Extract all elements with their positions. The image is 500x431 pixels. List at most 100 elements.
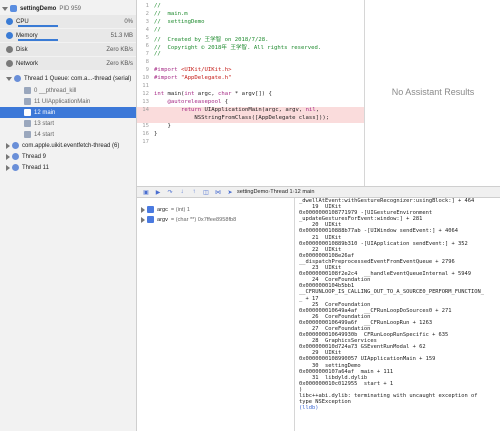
- stack-frame-icon: [24, 120, 31, 127]
- stack-frame-icon: [24, 87, 31, 94]
- row-label: com.apple.uikit.eventfetch-thread (6): [22, 142, 120, 149]
- line-number: 17: [142, 139, 149, 145]
- disclosure-triangle-icon[interactable]: [6, 164, 10, 171]
- gauge-cpu[interactable]: CPU 0%: [0, 15, 136, 28]
- code-token: main(: [164, 91, 185, 97]
- network-gauge-icon: [6, 60, 13, 67]
- line-number: 11: [142, 83, 149, 89]
- code-line: // main.m: [154, 11, 188, 17]
- disclosure-triangle-icon[interactable]: [6, 153, 10, 160]
- code-token: }: [154, 131, 158, 137]
- line-number: 15: [142, 123, 149, 129]
- gauge-label: Disk: [16, 46, 28, 53]
- gauge-label: Memory: [16, 32, 38, 39]
- line-number: 13: [142, 99, 149, 105]
- thread-row[interactable]: Thread 11: [0, 162, 136, 173]
- breadcrumb-item[interactable]: Thread 1: [270, 189, 292, 195]
- breadcrumb-item[interactable]: settingDemo: [237, 189, 268, 195]
- thread-icon: [14, 75, 21, 82]
- disclosure-triangle-icon[interactable]: [6, 76, 12, 81]
- code-line: #import "AppDelegate.h": [154, 75, 231, 81]
- thread-row[interactable]: Thread 1 Queue: com.a...-thread (serial): [0, 73, 136, 84]
- disclosure-triangle-icon[interactable]: [141, 206, 145, 213]
- stack-frame-row[interactable]: 0 __pthread_kill: [0, 85, 136, 96]
- row-label: 11 UIApplicationMain: [34, 98, 91, 105]
- code-token: @autoreleasepool: [167, 99, 222, 105]
- gauge-memory[interactable]: Memory 51.3 MB: [0, 29, 136, 42]
- row-label: 14 start: [34, 131, 55, 138]
- line-number: 14: [142, 107, 149, 113]
- variable-value: = (int) 1: [170, 206, 191, 213]
- line-number: 3: [145, 19, 149, 25]
- stack-frame-icon: [24, 109, 31, 116]
- gauge-bar: [18, 39, 58, 41]
- line-number: 12: [142, 91, 149, 97]
- row-label: 12 main: [34, 109, 56, 116]
- row-label: 13 start: [34, 120, 55, 127]
- step-out-icon[interactable]: ↑: [189, 188, 199, 197]
- gauge-value: Zero KB/s: [106, 46, 133, 53]
- stack-frame-row[interactable]: 14 start: [0, 129, 136, 140]
- code-line: //: [154, 27, 161, 33]
- continue-icon[interactable]: ▶: [153, 188, 163, 197]
- step-in-icon[interactable]: ↓: [177, 188, 187, 197]
- thread-icon: [12, 153, 19, 160]
- code-line: // Copyright © 2018年 王学智. All rights res…: [154, 43, 321, 51]
- variable-row[interactable]: argv = (char **) 0x7ffee8958fb8: [137, 214, 295, 225]
- gauge-disk[interactable]: Disk Zero KB/s: [0, 43, 136, 56]
- row-label: Thread 11: [22, 164, 49, 171]
- code-token: //: [154, 51, 161, 57]
- step-over-icon[interactable]: ↷: [165, 188, 175, 197]
- console-output[interactable]: _dwellAtEvent:withGestureRecognizer:usin…: [296, 198, 500, 431]
- no-assistant-results-label: No Assistant Results: [391, 87, 475, 97]
- app-icon: [10, 5, 17, 12]
- lldb-prompt[interactable]: (lldb): [299, 405, 500, 411]
- stack-frame-icon: [24, 98, 31, 105]
- code-token: // Copyright © 2018年 王学智. All rights res…: [154, 45, 322, 51]
- memory-graph-icon[interactable]: ⋈: [213, 188, 223, 197]
- code-token: argc,: [194, 91, 219, 97]
- process-name: settingDemo: [20, 5, 57, 12]
- code-token: NSStringFromClass([AppDelegate class]));: [154, 115, 330, 121]
- cpu-gauge-icon: [6, 18, 13, 25]
- stack-frame-row[interactable]: 11 UIApplicationMain: [0, 96, 136, 107]
- line-number: 1: [145, 3, 149, 9]
- code-line: // Created by 王学智 on 2018/7/28.: [154, 35, 268, 43]
- gauge-value: 0%: [124, 18, 133, 25]
- gauge-value: Zero KB/s: [106, 60, 133, 67]
- stack-frame-row[interactable]: 13 start: [0, 118, 136, 129]
- code-line: #import <UIKit/UIKit.h>: [154, 67, 231, 73]
- thread-row[interactable]: Thread 9: [0, 151, 136, 162]
- line-number: 10: [142, 75, 149, 81]
- breadcrumb-item[interactable]: 12 main: [295, 189, 315, 195]
- source-editor[interactable]: 1 // 2 // main.m 3 // settingDemo 4 // 5 // Creat…: [137, 0, 365, 186]
- gauge-network[interactable]: Network Zero KB/s: [0, 57, 136, 70]
- disclosure-triangle-icon[interactable]: [2, 6, 8, 11]
- view-hierarchy-icon[interactable]: ◫: [201, 188, 211, 197]
- line-number: 7: [145, 51, 149, 57]
- disclosure-triangle-icon[interactable]: [141, 216, 145, 223]
- console-line: __CFRUNLOOP_IS_CALLING_OUT_TO_A_SOURCE0_…: [299, 289, 484, 296]
- code-token: //: [154, 27, 161, 33]
- gauge-value: 51.3 MB: [110, 32, 133, 39]
- code-token: }: [154, 123, 171, 129]
- variable-type-icon: [147, 206, 154, 213]
- process-header[interactable]: settingDemo PID 959: [0, 3, 136, 14]
- gauge-bar: [18, 25, 58, 27]
- code-token: int: [184, 91, 195, 97]
- location-icon[interactable]: ➤: [225, 188, 235, 197]
- code-token: UIApplicationMain(argc, argv,: [201, 107, 306, 113]
- line-number: 5: [145, 35, 149, 41]
- variables-view: argc = (int) 1 argv = (char **) 0x7ffee8958…: [137, 198, 295, 431]
- line-number: 16: [142, 131, 149, 137]
- toggle-area-icon[interactable]: ▣: [141, 188, 151, 197]
- code-line: }: [154, 131, 157, 137]
- code-line: //: [154, 51, 161, 57]
- thread-row[interactable]: com.apple.uikit.eventfetch-thread (6): [0, 140, 136, 151]
- code-token: #import: [154, 75, 181, 81]
- disclosure-triangle-icon[interactable]: [6, 142, 10, 149]
- thread-icon: [12, 142, 19, 149]
- stack-frame-row[interactable]: 12 main: [0, 107, 136, 118]
- code-line: NSStringFromClass([AppDelegate class]));: [154, 115, 329, 121]
